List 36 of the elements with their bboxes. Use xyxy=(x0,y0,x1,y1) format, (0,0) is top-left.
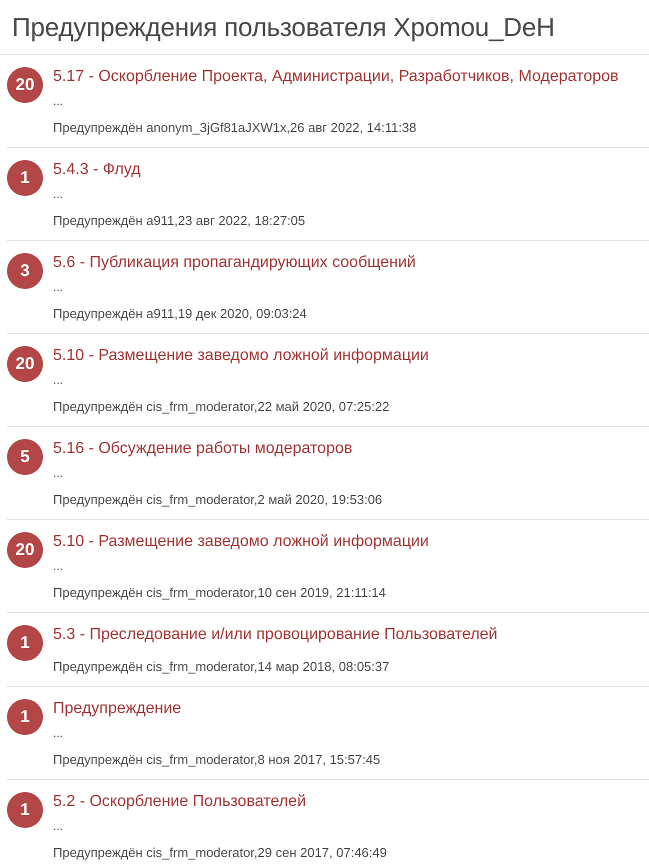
points-badge: 1 xyxy=(7,160,43,196)
points-badge: 20 xyxy=(7,346,43,382)
warning-reason-link[interactable]: 5.2 - Оскорбление Пользователей xyxy=(53,792,306,812)
warning-reason-link[interactable]: Предупреждение xyxy=(53,699,182,719)
points-badge: 20 xyxy=(7,532,43,568)
warning-reason-link[interactable]: 5.4.3 - Флуд xyxy=(53,160,141,180)
points-badge: 1 xyxy=(7,625,43,661)
excerpt-text: ... xyxy=(53,465,64,482)
warning-reason-link[interactable]: 5.6 - Публикация пропагандирующих сообщений xyxy=(53,253,416,273)
points-badge: 5 xyxy=(7,439,43,475)
warning-reason-link[interactable]: 5.17 - Оскорбление Проекта, Администрации, Разработчиков, Модераторов xyxy=(53,67,619,87)
excerpt-text: ... xyxy=(53,372,64,389)
warning-meta-text: Предупреждён cis_frm_moderator,10 сен 2019, 21:11:14 xyxy=(53,585,386,601)
warning-meta-text: Предупреждён a911,19 дек 2020, 09:03:24 xyxy=(53,306,307,322)
excerpt-text: ... xyxy=(53,279,64,296)
warning-meta-text: Предупреждён cis_frm_moderator,22 май 2020, 07:25:22 xyxy=(53,399,390,415)
excerpt-text: ... xyxy=(53,558,64,575)
points-badge: 1 xyxy=(7,699,43,735)
warning-meta-text: Предупреждён cis_frm_moderator,8 ноя 2017, 15:57:45 xyxy=(53,752,380,768)
warning-meta-text: Предупреждён anonym_3jGf81aJXW1x,26 авг 2022, 14:11:38 xyxy=(53,120,416,136)
warning-reason-link[interactable]: 5.3 - Преследование и/или провоцирование Пользователей xyxy=(53,625,498,645)
warning-meta-text: Предупреждён cis_frm_moderator,14 мар 2018, 08:05:37 xyxy=(53,659,390,675)
page-title: Предупреждения пользователя Xpomou_DeH xyxy=(12,11,556,44)
excerpt-text: ... xyxy=(53,93,64,110)
warning-meta-text: Предупреждён cis_frm_moderator,29 сен 2017, 07:46:49 xyxy=(53,845,387,861)
points-badge: 20 xyxy=(7,67,43,103)
warning-meta-text: Предупреждён cis_frm_moderator,2 май 2020, 19:53:06 xyxy=(53,492,382,508)
points-badge: 3 xyxy=(7,253,43,289)
excerpt-text: ... xyxy=(53,725,64,742)
warning-reason-link[interactable]: 5.16 - Обсуждение работы модераторов xyxy=(53,439,352,459)
warning-meta-text: Предупреждён a911,23 авг 2022, 18:27:05 xyxy=(53,213,306,229)
warning-reason-link[interactable]: 5.10 - Размещение заведомо ложной информации xyxy=(53,532,429,552)
warning-reason-link[interactable]: 5.10 - Размещение заведомо ложной информации xyxy=(53,346,429,366)
excerpt-text: ... xyxy=(53,186,64,203)
excerpt-text: ... xyxy=(53,818,64,835)
points-badge: 1 xyxy=(7,792,43,828)
